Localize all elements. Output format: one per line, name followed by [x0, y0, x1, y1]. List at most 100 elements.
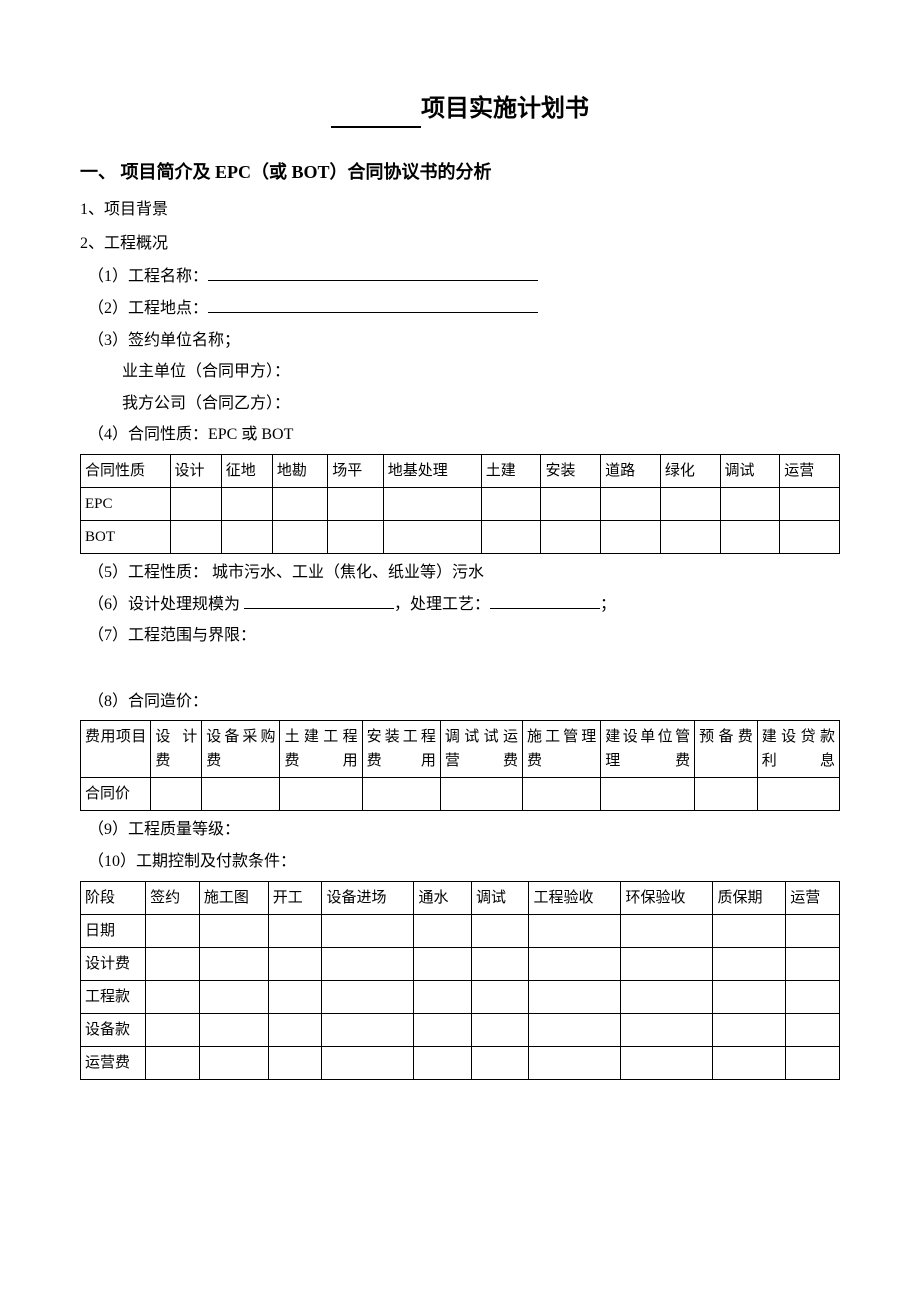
th: 质保期 [713, 881, 786, 914]
cell[interactable] [780, 520, 840, 553]
cell[interactable] [660, 520, 720, 553]
cell[interactable] [529, 1046, 621, 1079]
cell[interactable] [322, 1046, 414, 1079]
cell[interactable] [362, 778, 440, 811]
cell[interactable] [471, 914, 529, 947]
cell[interactable] [146, 1013, 200, 1046]
cell[interactable] [146, 947, 200, 980]
cell[interactable] [523, 778, 601, 811]
cell[interactable] [529, 980, 621, 1013]
cell[interactable] [322, 980, 414, 1013]
cell[interactable] [268, 980, 322, 1013]
cell[interactable] [621, 1046, 713, 1079]
cell[interactable] [541, 487, 601, 520]
cell[interactable] [146, 980, 200, 1013]
cell[interactable] [786, 1013, 840, 1046]
cell[interactable] [786, 914, 840, 947]
field-design-scale[interactable] [244, 592, 394, 609]
cell[interactable] [471, 1013, 529, 1046]
cell[interactable] [414, 947, 472, 980]
cell[interactable] [221, 487, 272, 520]
cell[interactable] [322, 947, 414, 980]
cell[interactable] [713, 1046, 786, 1079]
th: 建设单位管理费 [601, 721, 695, 778]
cell[interactable] [322, 914, 414, 947]
cell[interactable] [383, 520, 481, 553]
th: 地勘 [272, 454, 327, 487]
sub-3b: 我方公司（合同乙方）： [88, 391, 840, 417]
cell[interactable] [414, 980, 472, 1013]
cell[interactable] [199, 1046, 268, 1079]
cell[interactable] [529, 947, 621, 980]
title-blank[interactable] [331, 100, 421, 128]
cell[interactable] [440, 778, 522, 811]
cell[interactable] [146, 1046, 200, 1079]
cell[interactable] [660, 487, 720, 520]
cell[interactable] [146, 914, 200, 947]
cell[interactable] [170, 487, 221, 520]
cell[interactable] [268, 1013, 322, 1046]
cell[interactable] [621, 980, 713, 1013]
cell[interactable] [529, 1013, 621, 1046]
cell[interactable] [786, 1046, 840, 1079]
cell[interactable] [199, 947, 268, 980]
cell: 运营费 [81, 1046, 146, 1079]
cell[interactable] [268, 947, 322, 980]
cell[interactable] [280, 778, 362, 811]
sub-3: （3）签约单位名称； [88, 328, 840, 354]
cell[interactable] [268, 1046, 322, 1079]
cell[interactable] [322, 1013, 414, 1046]
cell[interactable] [199, 914, 268, 947]
th: 安装工程费用 [362, 721, 440, 778]
cell[interactable] [720, 487, 780, 520]
cell[interactable] [221, 520, 272, 553]
cell[interactable] [713, 980, 786, 1013]
cell[interactable] [199, 1013, 268, 1046]
cell[interactable] [151, 778, 202, 811]
field-project-location[interactable] [208, 296, 538, 313]
cell[interactable] [268, 914, 322, 947]
cell[interactable] [720, 520, 780, 553]
cell[interactable] [601, 520, 661, 553]
cell[interactable] [621, 1013, 713, 1046]
th: 建设贷款利息 [757, 721, 839, 778]
cell[interactable] [713, 947, 786, 980]
cell[interactable] [601, 778, 695, 811]
cell[interactable] [713, 914, 786, 947]
cell[interactable] [414, 1046, 472, 1079]
th: 道路 [601, 454, 661, 487]
th: 调试试运营费 [440, 721, 522, 778]
field-process[interactable] [490, 592, 600, 609]
cell[interactable] [471, 1046, 529, 1079]
cell[interactable] [780, 487, 840, 520]
cell[interactable] [199, 980, 268, 1013]
th: 场平 [328, 454, 383, 487]
cell[interactable] [414, 1013, 472, 1046]
cell[interactable] [713, 1013, 786, 1046]
cell[interactable] [529, 914, 621, 947]
cell[interactable] [786, 947, 840, 980]
cell[interactable] [272, 520, 327, 553]
cell[interactable] [786, 980, 840, 1013]
cell[interactable] [541, 520, 601, 553]
th: 土建 [481, 454, 541, 487]
cell[interactable] [272, 487, 327, 520]
cell[interactable] [471, 947, 529, 980]
cell[interactable] [601, 487, 661, 520]
cell[interactable] [328, 520, 383, 553]
cell[interactable] [170, 520, 221, 553]
cell[interactable] [328, 487, 383, 520]
cell[interactable] [383, 487, 481, 520]
cell[interactable] [621, 914, 713, 947]
cell[interactable] [202, 778, 280, 811]
cell[interactable] [757, 778, 839, 811]
sub-8: （8）合同造价： [88, 689, 840, 715]
cell[interactable] [621, 947, 713, 980]
cell[interactable] [481, 520, 541, 553]
cell[interactable] [471, 980, 529, 1013]
cell[interactable] [695, 778, 758, 811]
cell[interactable] [481, 487, 541, 520]
field-project-name[interactable] [208, 264, 538, 281]
table-row: 运营费 [81, 1046, 840, 1079]
cell[interactable] [414, 914, 472, 947]
